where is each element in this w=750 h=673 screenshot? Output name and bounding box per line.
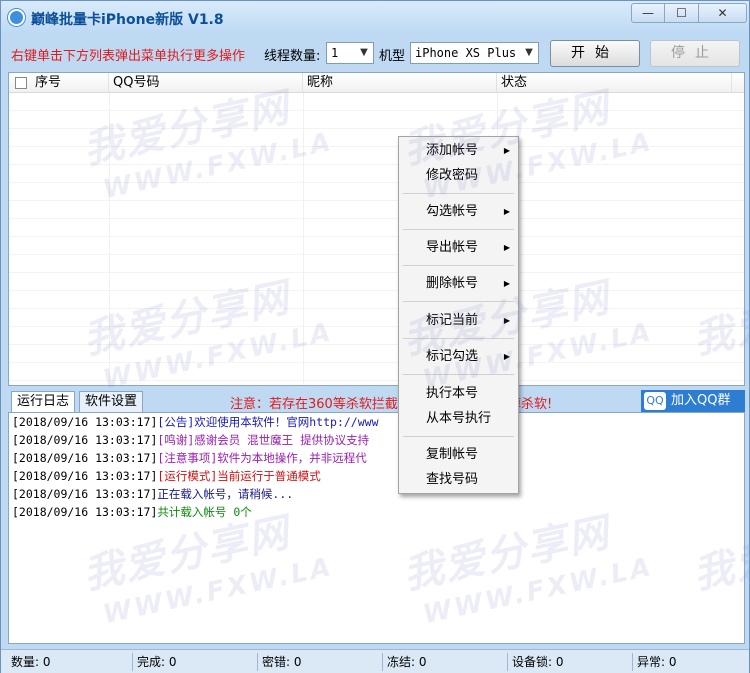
app-window: 巅峰批量卡iPhone新版 V1.8 — ☐ ✕ 右键单击下方列表弹出菜单执行更… xyxy=(0,0,750,673)
menu-item-export-accounts[interactable]: 导出帐号 ▶ xyxy=(399,236,518,260)
log-message: [鸣谢]感谢会员 混世魔王 提供协议支持 xyxy=(157,433,370,447)
tab-software-settings[interactable]: 软件设置 xyxy=(79,391,144,413)
log-timestamp: [2018/09/16 13:03:17] xyxy=(12,451,158,465)
menu-separator xyxy=(403,301,514,302)
log-timestamp: [2018/09/16 13:03:17] xyxy=(12,487,158,501)
log-message: 正在载入帐号，请稍候... xyxy=(157,487,294,501)
menu-item-label: 修改密码 xyxy=(426,168,479,183)
log-timestamp: [2018/09/16 13:03:17] xyxy=(12,469,158,483)
menu-item-label: 从本号执行 xyxy=(426,411,492,426)
status-bar: 数量: 0 完成: 0 密错: 0 冻结: 0 设备锁: 0 异常: 0 xyxy=(1,649,749,673)
menu-item-check-accounts[interactable]: 勾选帐号 ▶ xyxy=(399,200,518,224)
menu-item-label: 添加帐号 xyxy=(426,143,479,158)
menu-separator xyxy=(403,229,514,230)
column-divider xyxy=(109,93,110,385)
column-header-qq[interactable]: QQ号码 xyxy=(109,73,303,93)
menu-item-label: 删除帐号 xyxy=(426,276,479,291)
log-line: [2018/09/16 13:03:17][运行模式]当前运行于普通模式 xyxy=(9,467,744,485)
log-line: [2018/09/16 13:03:17][注意事项]软件为本地操作，并非远程代 xyxy=(9,449,744,467)
menu-separator xyxy=(403,374,514,375)
menu-item-copy-account[interactable]: 复制帐号 xyxy=(399,443,518,467)
status-device-lock: 设备锁: 0 xyxy=(507,653,632,671)
status-done: 完成: 0 xyxy=(132,653,257,671)
account-table[interactable]: 序号 QQ号码 昵称 状态 xyxy=(8,72,745,386)
toolbar: 右键单击下方列表弹出菜单执行更多操作 线程数量: 1 ▼ 机型 iPhone X… xyxy=(1,39,749,69)
chevron-down-icon[interactable]: ▼ xyxy=(355,43,373,63)
threads-select[interactable]: 1 ▼ xyxy=(326,42,374,64)
threads-label: 线程数量: xyxy=(264,49,321,64)
column-header-nickname[interactable]: 昵称 xyxy=(303,73,497,93)
log-line: [2018/09/16 13:03:17]正在载入帐号，请稍候... xyxy=(9,485,744,503)
log-timestamp: [2018/09/16 13:03:17] xyxy=(12,433,158,447)
menu-item-label: 导出帐号 xyxy=(426,240,479,255)
log-timestamp: [2018/09/16 13:03:17] xyxy=(12,415,158,429)
log-line: [2018/09/16 13:03:17]共计载入帐号 0个 xyxy=(9,503,744,521)
usage-hint: 右键单击下方列表弹出菜单执行更多操作 xyxy=(11,49,246,64)
submenu-arrow-icon: ▶ xyxy=(503,146,510,155)
submenu-arrow-icon: ▶ xyxy=(503,316,510,325)
menu-item-label: 查找号码 xyxy=(426,472,479,487)
model-label: 机型 xyxy=(379,49,406,64)
status-frozen: 冻结: 0 xyxy=(382,653,507,671)
menu-item-label: 执行本号 xyxy=(426,386,479,401)
status-count: 数量: 0 xyxy=(11,655,51,669)
submenu-arrow-icon: ▶ xyxy=(503,207,510,216)
submenu-arrow-icon: ▶ xyxy=(503,352,510,361)
column-header-index[interactable]: 序号 xyxy=(9,73,109,93)
log-timestamp: [2018/09/16 13:03:17] xyxy=(12,505,158,519)
close-button[interactable]: ✕ xyxy=(699,3,747,23)
menu-separator xyxy=(403,436,514,437)
log-line: [2018/09/16 13:03:17][鸣谢]感谢会员 混世魔王 提供协议支… xyxy=(9,431,744,449)
menu-item-add-account[interactable]: 添加帐号 ▶ xyxy=(399,139,518,163)
tab-run-log[interactable]: 运行日志 xyxy=(11,391,76,413)
minimize-button[interactable]: — xyxy=(631,3,665,23)
submenu-arrow-icon: ▶ xyxy=(503,279,510,288)
menu-item-run-from-this[interactable]: 从本号执行 xyxy=(399,407,518,431)
menu-separator xyxy=(403,338,514,339)
title-bar[interactable]: 巅峰批量卡iPhone新版 V1.8 — ☐ ✕ xyxy=(1,1,749,35)
menu-item-run-this[interactable]: 执行本号 xyxy=(399,382,518,406)
status-password-error: 密错: 0 xyxy=(257,653,382,671)
log-message: [注意事项]软件为本地操作，并非远程代 xyxy=(157,451,367,465)
menu-item-mark-checked[interactable]: 标记勾选 ▶ xyxy=(399,345,518,369)
table-header: 序号 QQ号码 昵称 状态 xyxy=(9,73,744,93)
context-menu: 添加帐号 ▶ 修改密码 勾选帐号 ▶ 导出帐号 ▶ 删除帐号 ▶ 标记当前 ▶ 标记勾选 ▶… xyxy=(398,136,519,494)
model-value: iPhone XS Plus xyxy=(415,46,517,60)
column-divider xyxy=(303,93,304,385)
log-line: [2018/09/16 13:03:17][公告]欢迎使用本软件！官网http:… xyxy=(9,413,744,431)
submenu-arrow-icon: ▶ xyxy=(503,243,510,252)
log-message: [运行模式]当前运行于普通模式 xyxy=(157,469,321,483)
menu-separator xyxy=(403,265,514,266)
window-title: 巅峰批量卡iPhone新版 V1.8 xyxy=(31,12,224,28)
join-qq-label: 加入QQ群 xyxy=(671,393,731,408)
menu-item-label: 标记当前 xyxy=(426,313,479,328)
menu-separator xyxy=(403,193,514,194)
menu-item-mark-current[interactable]: 标记当前 ▶ xyxy=(399,309,518,333)
chevron-down-icon[interactable]: ▼ xyxy=(520,43,538,63)
run-log-panel[interactable]: [2018/09/16 13:03:17][公告]欢迎使用本软件！官网http:… xyxy=(8,412,745,644)
app-logo-icon xyxy=(8,9,25,26)
menu-item-label: 标记勾选 xyxy=(426,349,479,364)
menu-item-label: 复制帐号 xyxy=(426,447,479,462)
threads-value: 1 xyxy=(331,46,339,60)
table-body[interactable] xyxy=(9,93,744,385)
antivirus-notice: 注意：若存在360等杀软拦截 xyxy=(230,397,398,412)
column-header-status[interactable]: 状态 xyxy=(497,73,732,93)
log-message: [公告]欢迎使用本软件！官网http://www xyxy=(157,415,379,429)
log-message: 共计载入帐号 0个 xyxy=(157,505,252,519)
start-button[interactable]: 开始 xyxy=(550,40,640,67)
maximize-button[interactable]: ☐ xyxy=(665,3,699,23)
join-qq-group-button[interactable]: QQ 加入QQ群 xyxy=(641,390,745,412)
menu-item-change-password[interactable]: 修改密码 xyxy=(399,164,518,188)
status-abnormal: 异常: 0 xyxy=(632,653,742,671)
bottom-tab-bar: 运行日志 软件设置 注意：若存在360等杀软拦截 掉杀软! QQ 加入QQ群 xyxy=(8,390,745,413)
model-select[interactable]: iPhone XS Plus ▼ xyxy=(410,42,539,64)
menu-item-find-number[interactable]: 查找号码 xyxy=(399,468,518,492)
qq-group-icon: QQ xyxy=(644,392,666,410)
stop-button[interactable]: 停止 xyxy=(650,40,740,67)
menu-item-delete-accounts[interactable]: 删除帐号 ▶ xyxy=(399,272,518,296)
menu-item-label: 勾选帐号 xyxy=(426,204,479,219)
